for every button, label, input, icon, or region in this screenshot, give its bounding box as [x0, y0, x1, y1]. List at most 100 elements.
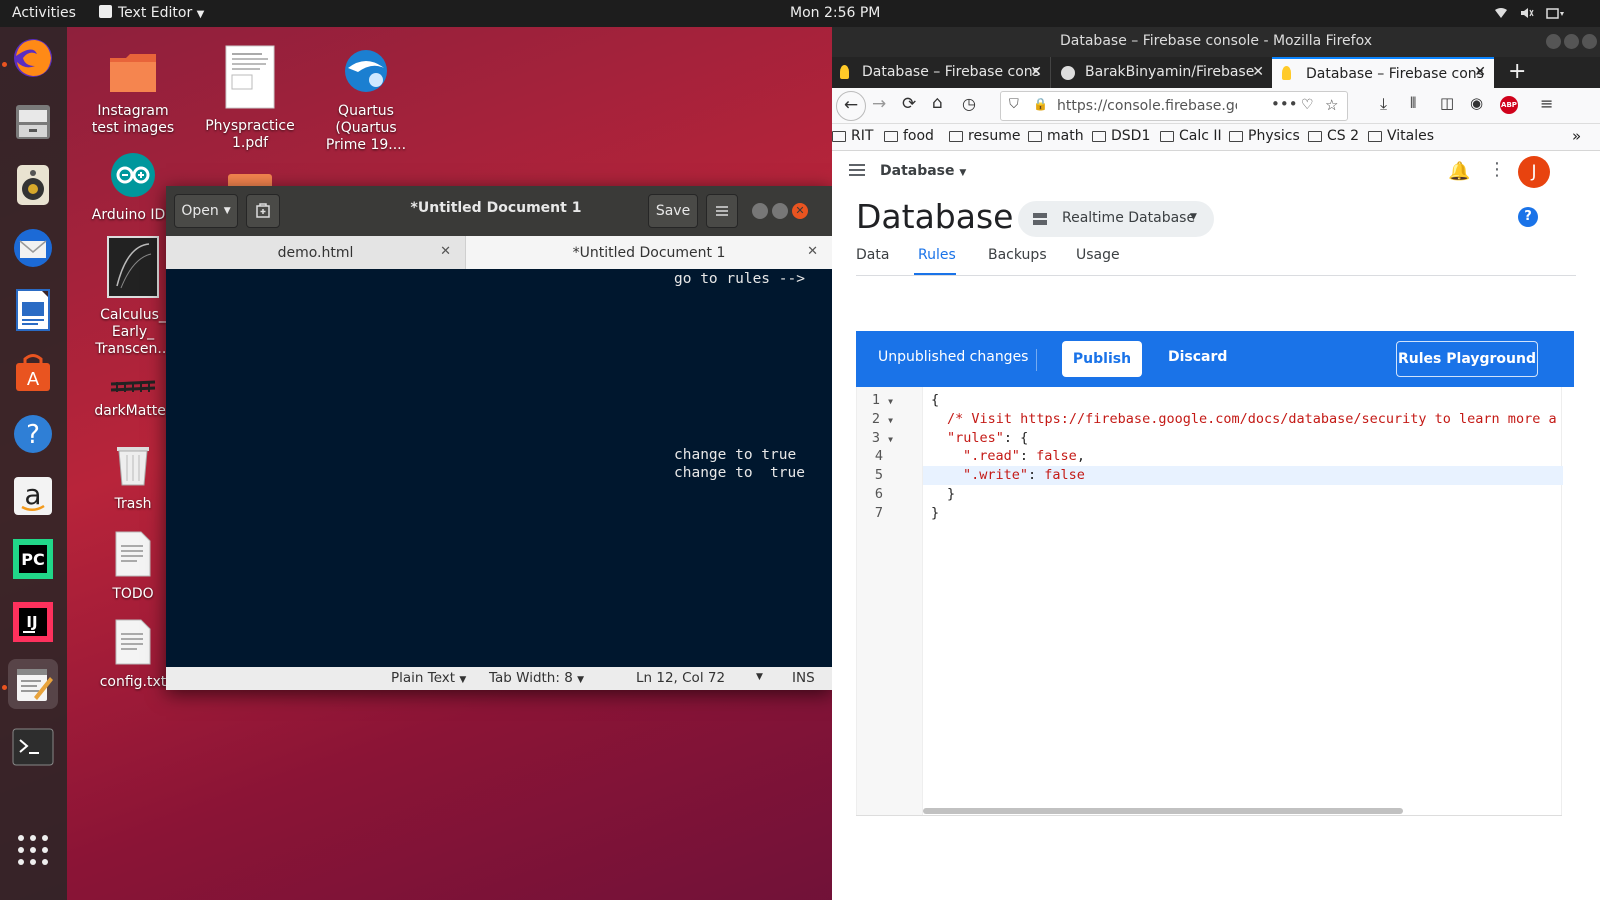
bookmark-folder[interactable]: food [884, 128, 934, 144]
tab-untitled-document[interactable]: *Untitled Document 1 ✕ [466, 236, 832, 269]
hamburger-icon[interactable] [848, 163, 866, 181]
save-button[interactable]: Save [648, 194, 698, 228]
thunderbird-launcher[interactable] [8, 223, 58, 273]
wifi-icon[interactable] [1494, 7, 1508, 19]
downloads-icon[interactable]: ⤓ [1380, 94, 1387, 114]
tab-demo-html[interactable]: demo.html ✕ [166, 236, 466, 269]
tab-data[interactable]: Data [856, 247, 889, 263]
writer-launcher[interactable] [8, 285, 58, 335]
tab-rules[interactable]: Rules [918, 247, 956, 263]
tab-width-selector[interactable]: Tab Width: 8 ▼ [489, 670, 584, 686]
bookmark-folder[interactable]: resume [949, 128, 1020, 144]
open-button[interactable]: Open ▼ [174, 194, 238, 228]
activities-button[interactable]: Activities [12, 5, 76, 21]
help-icon[interactable]: ? [1518, 207, 1538, 227]
close-button[interactable] [1582, 34, 1597, 49]
forward-button[interactable]: → [872, 94, 886, 114]
tab-usage[interactable]: Usage [1076, 247, 1120, 263]
maximize-button[interactable] [1564, 34, 1579, 49]
browser-tab-active[interactable]: Database – Firebase cons ✕ [1272, 57, 1494, 88]
account-icon[interactable]: ◉ [1470, 94, 1483, 112]
close-tab-icon[interactable]: ✕ [440, 244, 451, 259]
app-menu[interactable]: Text Editor ▼ [99, 5, 204, 21]
desktop-icon-physpractice-pdf[interactable]: Physpractice1.pdf [202, 45, 298, 152]
page-actions-icon[interactable]: ••• [1271, 95, 1298, 113]
fold-arrow-icon[interactable]: ▼ [888, 397, 893, 406]
more-vert-icon[interactable]: ⋮ [1488, 159, 1506, 180]
show-applications-button[interactable] [8, 825, 58, 875]
close-tab-icon[interactable]: ✕ [1030, 57, 1042, 88]
firefox-launcher[interactable] [8, 33, 58, 83]
battery-icon[interactable] [1546, 7, 1566, 19]
rules-code-editor[interactable]: 1 ▼ 2 ▼ 3 ▼ 4 5 6 7 { /* Visit https://f… [856, 387, 1563, 815]
clock[interactable]: Mon 2:56 PM [790, 5, 880, 21]
hamburger-menu-button[interactable] [706, 194, 738, 228]
database-selector[interactable]: Realtime Database ▼ [1018, 201, 1214, 237]
adblock-icon[interactable]: ABP [1500, 96, 1518, 114]
language-selector[interactable]: Plain Text ▼ [391, 670, 466, 686]
new-tab-button[interactable] [246, 194, 280, 228]
library-icon[interactable]: ⫴ [1410, 94, 1416, 112]
more-bookmarks-icon[interactable]: » [1572, 127, 1581, 145]
desktop-icon-instagram-test-images[interactable]: Instagram test images [85, 50, 181, 137]
document-tabs: demo.html ✕ *Untitled Document 1 ✕ [166, 236, 832, 269]
minimize-button[interactable] [1546, 34, 1561, 49]
back-button[interactable]: ← [836, 91, 866, 121]
close-tab-icon[interactable]: ✕ [1252, 57, 1264, 88]
files-launcher[interactable] [8, 97, 58, 147]
minimize-button[interactable] [752, 203, 768, 219]
avatar[interactable]: J [1518, 156, 1550, 188]
text-area[interactable]: go to rules --> change to true change to… [166, 269, 832, 667]
desktop-icon-quartus[interactable]: Quartus (Quartus Prime 19.... [318, 48, 414, 154]
software-launcher[interactable]: A [8, 347, 58, 397]
rules-playground-button[interactable]: Rules Playground [1396, 341, 1538, 377]
chevron-down-icon: ▼ [459, 675, 467, 685]
close-button[interactable]: ✕ [792, 203, 808, 219]
maximize-button[interactable] [772, 203, 788, 219]
menu-icon[interactable]: ≡ [1540, 94, 1553, 113]
shield-icon[interactable]: ⛉ [1009, 97, 1019, 112]
fold-arrow-icon[interactable]: ▼ [888, 416, 893, 425]
intellij-launcher[interactable]: IJ [8, 597, 58, 647]
home-icon[interactable]: ⌂ [932, 93, 943, 113]
lock-icon[interactable]: 🔒 [1033, 97, 1048, 111]
window-title: Database – Firebase console - Mozilla Fi… [1060, 33, 1372, 49]
browser-tab[interactable]: BarakBinyamin/Firebase ✕ [1050, 57, 1272, 88]
tab-backups[interactable]: Backups [988, 247, 1047, 263]
bookmark-folder[interactable]: RIT [832, 128, 873, 144]
browser-tab[interactable]: Database – Firebase cons ✕ [832, 57, 1050, 88]
notifications-icon[interactable]: 🔔 [1448, 161, 1470, 182]
bookmark-folder[interactable]: math [1028, 128, 1084, 144]
bookmark-folder[interactable]: Calc II [1160, 128, 1222, 144]
text-editor-launcher[interactable] [8, 659, 58, 709]
cursor-position[interactable]: Ln 12, Col 72 [636, 670, 725, 686]
rhythmbox-launcher[interactable] [8, 160, 58, 210]
reload-button[interactable]: ⟳ [902, 94, 916, 114]
bookmark-folder[interactable]: CS 2 [1308, 128, 1359, 144]
terminal-launcher[interactable] [8, 722, 58, 772]
pycharm-launcher[interactable]: PC [8, 534, 58, 584]
url-bar[interactable]: ⛉ 🔒 https://console.firebase.go ••• ♡ ☆ [1000, 91, 1348, 121]
line-number: 6 [874, 486, 883, 502]
sidebar-icon[interactable]: ◫ [1440, 94, 1454, 112]
fold-arrow-icon[interactable]: ▼ [888, 435, 893, 444]
breadcrumb[interactable]: Database ▼ [880, 163, 966, 179]
insert-mode[interactable]: INS [792, 670, 815, 686]
horizontal-scrollbar[interactable] [923, 808, 1403, 814]
chevron-down-icon[interactable]: ▼ [756, 672, 763, 682]
publish-button[interactable]: Publish [1062, 341, 1142, 377]
line-number: 7 [874, 505, 883, 521]
close-tab-icon[interactable]: ✕ [807, 244, 818, 259]
amazon-launcher[interactable]: a [8, 471, 58, 521]
pocket-icon[interactable]: ♡ [1301, 97, 1314, 113]
bookmark-folder[interactable]: DSD1 [1092, 128, 1150, 144]
discard-button[interactable]: Discard [1168, 349, 1227, 365]
close-tab-icon[interactable]: ✕ [1474, 59, 1486, 88]
new-tab-button[interactable]: + [1508, 57, 1526, 86]
help-launcher[interactable]: ? [8, 409, 58, 459]
volume-icon[interactable] [1520, 7, 1534, 19]
bookmark-folder[interactable]: Physics [1229, 128, 1300, 144]
history-icon[interactable]: ◷ [962, 94, 976, 113]
bookmark-folder[interactable]: Vitales [1368, 128, 1434, 144]
bookmark-star-icon[interactable]: ☆ [1325, 96, 1338, 114]
